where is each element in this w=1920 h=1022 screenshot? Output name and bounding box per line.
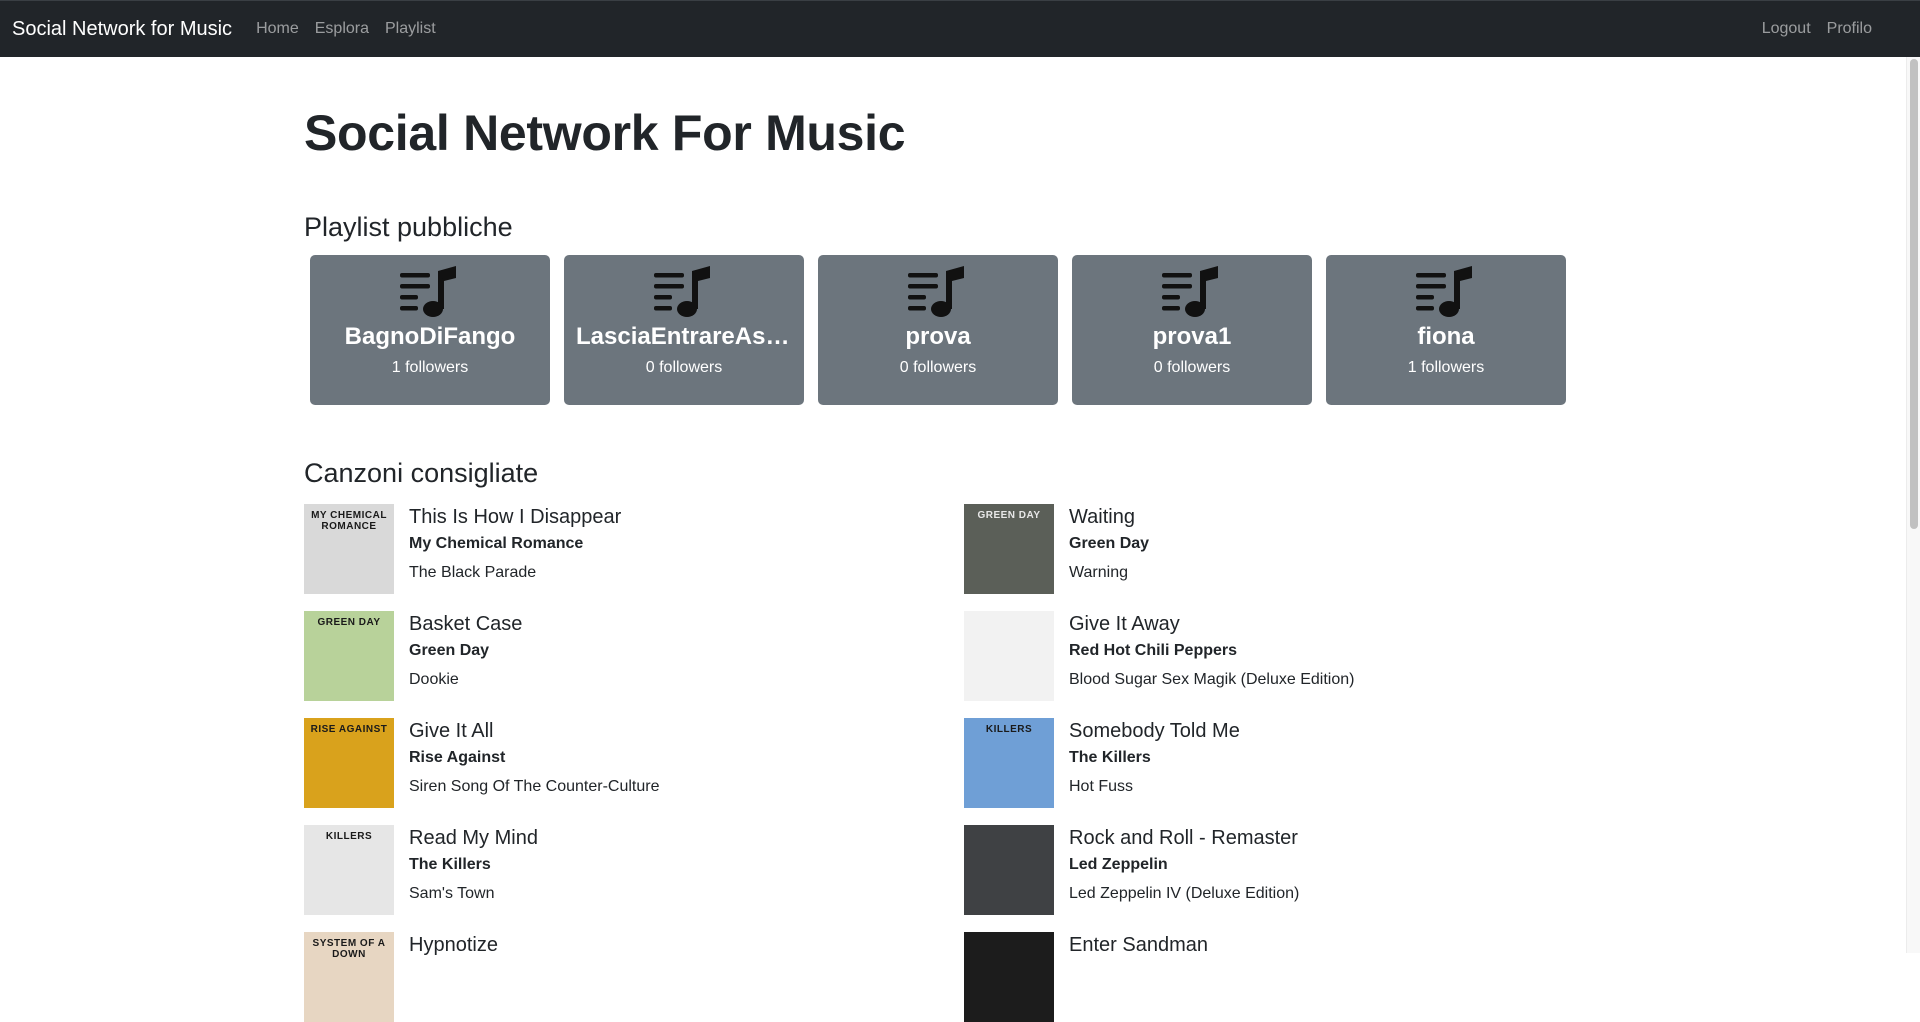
song-item[interactable]: Give It Away Red Hot Chili Peppers Blood S…: [964, 610, 1624, 701]
song-item[interactable]: KILLERS Read My Mind The Killers Sam's Town: [304, 824, 964, 915]
album-cover-label: MY CHEMICAL ROMANCE: [311, 509, 387, 532]
song-item[interactable]: MY CHEMICAL ROMANCE This Is How I Disappe…: [304, 503, 964, 594]
song-artist: Led Zeppelin: [1069, 855, 1168, 873]
playlist-followers: 0 followers: [899, 359, 977, 377]
song-artist: Green Day: [1069, 534, 1150, 552]
playlist-card[interactable]: prova 0 followers: [818, 255, 1058, 406]
song-item[interactable]: Enter Sandman: [964, 931, 1624, 1022]
song-title: Give It All: [409, 719, 494, 742]
nav-playlist[interactable]: Playlist: [385, 20, 436, 38]
album-cover-label: KILLERS: [325, 830, 373, 842]
playlist-name: fiona: [1417, 323, 1475, 351]
song-album: Siren Song Of The Counter-Culture: [409, 777, 660, 795]
playlist-followers: 0 followers: [1153, 359, 1231, 377]
song-title: Hypnotize: [409, 933, 498, 956]
playlist-card[interactable]: LasciaEntrareAsca… 0 followers: [564, 255, 804, 406]
song-artist: Red Hot Chili Peppers: [1069, 641, 1238, 659]
playlist-name: prova1: [1152, 323, 1232, 351]
song-info: Basket Case Green Day Dookie: [409, 611, 522, 701]
song-album: Hot Fuss: [1069, 777, 1134, 795]
song-album: The Black Parade: [409, 563, 537, 581]
song-title: Read My Mind: [409, 826, 538, 849]
album-cover: MY CHEMICAL ROMANCE: [304, 503, 394, 594]
playlist-music-icon: [564, 265, 804, 319]
song-item[interactable]: SYSTEM OF A DOWN Hypnotize: [304, 931, 964, 1022]
song-artist: The Killers: [409, 855, 491, 873]
album-cover-label: SYSTEM OF A DOWN: [312, 937, 386, 960]
song-item[interactable]: GREEN DAY Basket Case Green Day Dookie: [304, 610, 964, 701]
nav-profilo[interactable]: Profilo: [1827, 20, 1872, 38]
album-cover-label: KILLERS: [985, 723, 1033, 735]
playlist-name: LasciaEntrareAsca…: [576, 323, 804, 351]
song-info: Enter Sandman: [1069, 932, 1208, 1022]
song-info: Read My Mind The Killers Sam's Town: [409, 825, 538, 915]
song-info: Give It Away Red Hot Chili Peppers Blood S…: [1069, 611, 1354, 701]
album-cover: KILLERS: [964, 717, 1054, 808]
album-cover: [964, 610, 1054, 701]
song-info: Rock and Roll - Remaster Led Zeppelin Led …: [1069, 825, 1299, 915]
album-cover: [964, 931, 1054, 1022]
nav-logout[interactable]: Logout: [1762, 20, 1811, 38]
song-title: This Is How I Disappear: [409, 505, 622, 528]
album-cover: GREEN DAY: [304, 610, 394, 701]
song-item[interactable]: RISE AGAINST Give It All Rise Against Siren…: [304, 717, 964, 808]
playlist-followers: 1 followers: [1407, 359, 1485, 377]
album-cover: KILLERS: [304, 824, 394, 915]
scrollbar-thumb[interactable]: [1910, 59, 1918, 529]
song-album: Sam's Town: [409, 884, 495, 902]
song-artist: Green Day: [409, 641, 490, 659]
album-cover-label: GREEN DAY: [317, 616, 381, 628]
songs-section-title: Canzoni consigliate: [304, 458, 539, 489]
song-title: Rock and Roll - Remaster: [1069, 826, 1298, 849]
song-item[interactable]: KILLERS Somebody Told Me The Killers Hot Fu…: [964, 717, 1624, 808]
song-info: Give It All Rise Against Siren Song Of The…: [409, 718, 660, 808]
nav-esplora[interactable]: Esplora: [315, 20, 369, 38]
song-title: Waiting: [1069, 505, 1135, 528]
page-title: Social Network For Music: [304, 105, 906, 161]
album-cover-label: RISE AGAINST: [310, 723, 388, 735]
playlist-music-icon: [1326, 265, 1566, 319]
songs-grid: MY CHEMICAL ROMANCE This Is How I Disappe…: [304, 503, 1600, 1022]
playlists-row: BagnoDiFango 1 followers LasciaEntrareAsca…: [304, 255, 1600, 406]
main-content: Social Network For Music Playlist pubbli…: [292, 57, 1612, 1022]
song-title: Basket Case: [409, 612, 523, 635]
song-title: Somebody Told Me: [1069, 719, 1240, 742]
song-artist: My Chemical Romance: [409, 534, 584, 552]
song-info: Waiting Green Day Warning: [1069, 504, 1149, 594]
playlists-section-title: Playlist pubbliche: [304, 212, 513, 242]
song-title: Enter Sandman: [1069, 933, 1208, 956]
album-cover: GREEN DAY: [964, 503, 1054, 594]
playlist-card[interactable]: fiona 1 followers: [1326, 255, 1566, 406]
playlist-music-icon: [310, 265, 550, 319]
album-cover-label: GREEN DAY: [977, 509, 1041, 521]
page-scrollbar[interactable]: [1906, 57, 1920, 953]
playlist-followers: 1 followers: [391, 359, 469, 377]
top-navbar: Social Network for Music Home Esplora Pl…: [0, 0, 1920, 57]
song-item[interactable]: Rock and Roll - Remaster Led Zeppelin Led …: [964, 824, 1624, 915]
song-info: Somebody Told Me The Killers Hot Fuss: [1069, 718, 1240, 808]
song-item[interactable]: GREEN DAY Waiting Green Day Warning: [964, 503, 1624, 594]
song-info: This Is How I Disappear My Chemical Roman…: [409, 504, 621, 594]
song-album: Blood Sugar Sex Magik (Deluxe Edition): [1069, 670, 1355, 688]
song-artist: The Killers: [1069, 748, 1151, 766]
playlist-followers: 0 followers: [645, 359, 723, 377]
nav-home[interactable]: Home: [256, 20, 299, 38]
playlist-card[interactable]: BagnoDiFango 1 followers: [310, 255, 550, 406]
song-info: Hypnotize: [409, 932, 498, 1022]
playlist-name: BagnoDiFango: [344, 323, 516, 351]
playlist-name: prova: [905, 323, 971, 351]
nav-right-group: Logout Profilo: [1746, 20, 1872, 38]
playlist-card[interactable]: prova1 0 followers: [1072, 255, 1312, 406]
song-artist: Rise Against: [409, 748, 506, 766]
song-album: Warning: [1069, 563, 1128, 581]
album-cover: SYSTEM OF A DOWN: [304, 931, 394, 1022]
playlist-music-icon: [1072, 265, 1312, 319]
album-cover: [964, 824, 1054, 915]
song-album: Dookie: [409, 670, 459, 688]
playlist-music-icon: [818, 265, 1058, 319]
brand-link[interactable]: Social Network for Music: [12, 18, 232, 41]
album-cover: RISE AGAINST: [304, 717, 394, 808]
song-album: Led Zeppelin IV (Deluxe Edition): [1069, 884, 1300, 902]
song-title: Give It Away: [1069, 612, 1180, 635]
